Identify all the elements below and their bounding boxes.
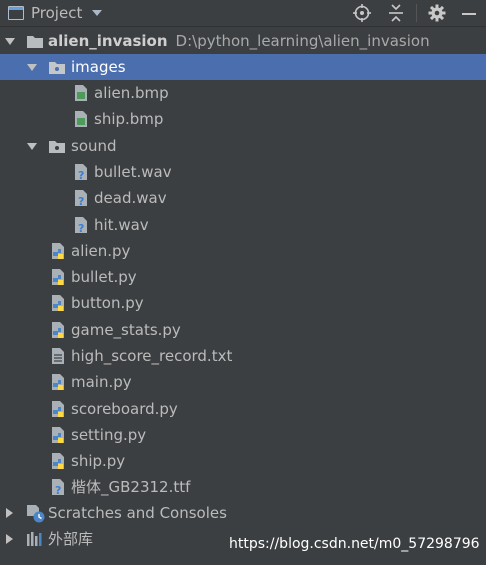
image-file-icon <box>72 110 90 128</box>
tree-item-sound[interactable]: sound <box>0 133 486 159</box>
python-file-icon <box>49 373 67 391</box>
folder-icon <box>26 32 44 50</box>
file-label: high_score_record.txt <box>71 347 233 365</box>
file-label: setting.py <box>71 426 147 444</box>
collapse-all-icon[interactable] <box>387 0 405 26</box>
folder-icon <box>48 58 66 76</box>
unknown-file-icon: ? <box>72 216 90 235</box>
python-file-icon <box>49 400 67 418</box>
project-title: Project <box>31 4 83 22</box>
folder-label: sound <box>71 137 117 155</box>
project-view-selector[interactable]: Project <box>8 0 103 26</box>
tree-item-scratches[interactable]: Scratches and Consoles <box>0 500 486 526</box>
tree-item-file[interactable]: button.py <box>0 290 486 316</box>
project-toolbar: Project <box>0 0 486 27</box>
minimize-icon[interactable] <box>461 0 477 26</box>
file-label: hit.wav <box>94 216 149 234</box>
tree-item-file[interactable]: main.py <box>0 369 486 395</box>
python-file-icon <box>49 268 67 286</box>
svg-text:?: ? <box>55 484 61 496</box>
tree-item-file[interactable]: high_score_record.txt <box>0 343 486 369</box>
file-label: alien.bmp <box>94 84 169 102</box>
tree-item-file[interactable]: game_stats.py <box>0 317 486 343</box>
file-label: 楷体_GB2312.ttf <box>71 478 191 496</box>
chevron-down-icon[interactable] <box>92 10 103 16</box>
tree-item-file[interactable]: ? dead.wav <box>0 185 486 211</box>
python-file-icon <box>49 426 67 444</box>
python-file-icon <box>49 452 67 470</box>
project-window-icon <box>8 6 24 20</box>
root-folder-path: D:\python_learning\alien_invasion <box>175 32 430 50</box>
file-label: ship.py <box>71 452 126 470</box>
root-label: alien_invasion D:\python_learning\alien_i… <box>48 32 430 50</box>
python-file-icon <box>49 321 67 339</box>
unknown-file-icon: ? <box>49 478 67 497</box>
svg-text:?: ? <box>78 222 84 234</box>
tree-item-root[interactable]: alien_invasion D:\python_learning\alien_i… <box>0 28 486 54</box>
unknown-file-icon: ? <box>72 189 90 208</box>
unknown-file-icon: ? <box>72 163 90 182</box>
file-label: main.py <box>71 373 132 391</box>
expand-arrow-icon[interactable] <box>27 64 37 71</box>
tree-item-file[interactable]: setting.py <box>0 422 486 448</box>
tree-item-file[interactable]: ? bullet.wav <box>0 159 486 185</box>
tree-item-images[interactable]: images <box>0 54 486 80</box>
text-file-icon <box>49 347 67 365</box>
svg-text:?: ? <box>78 169 84 181</box>
tree-item-file[interactable]: bullet.py <box>0 264 486 290</box>
svg-text:?: ? <box>78 195 84 207</box>
locate-icon[interactable] <box>352 0 372 26</box>
file-label: bullet.py <box>71 268 137 286</box>
root-folder-name: alien_invasion <box>48 32 168 50</box>
library-icon <box>26 530 44 548</box>
scratches-icon <box>26 504 45 523</box>
expand-arrow-icon[interactable] <box>27 143 37 150</box>
file-label: button.py <box>71 294 144 312</box>
tree-item-file[interactable]: ship.py <box>0 448 486 474</box>
folder-label: images <box>71 58 126 76</box>
file-label: bullet.wav <box>94 163 172 181</box>
tree-item-file[interactable]: alien.bmp <box>0 80 486 106</box>
toolbar-separator <box>416 4 417 22</box>
file-label: alien.py <box>71 242 131 260</box>
scratches-label: Scratches and Consoles <box>48 504 227 522</box>
python-file-icon <box>49 242 67 260</box>
expand-arrow-icon[interactable] <box>6 534 13 544</box>
expand-arrow-icon[interactable] <box>6 508 13 518</box>
external-libraries-label: 外部库 <box>48 530 94 548</box>
folder-icon <box>48 137 66 155</box>
gear-icon[interactable] <box>427 0 447 26</box>
python-file-icon <box>49 294 67 312</box>
tree-item-file[interactable]: scoreboard.py <box>0 396 486 422</box>
tree-item-file[interactable]: ship.bmp <box>0 106 486 132</box>
image-file-icon <box>72 84 90 102</box>
tree-item-file[interactable]: ? 楷体_GB2312.ttf <box>0 474 486 500</box>
tree-item-file[interactable]: alien.py <box>0 238 486 264</box>
file-label: game_stats.py <box>71 321 181 339</box>
file-label: ship.bmp <box>94 110 164 128</box>
watermark: https://blog.csdn.net/m0_57298796 <box>229 536 480 552</box>
expand-arrow-icon[interactable] <box>5 38 15 45</box>
file-label: scoreboard.py <box>71 400 178 418</box>
file-label: dead.wav <box>94 189 167 207</box>
tree-item-file[interactable]: ? hit.wav <box>0 212 486 238</box>
